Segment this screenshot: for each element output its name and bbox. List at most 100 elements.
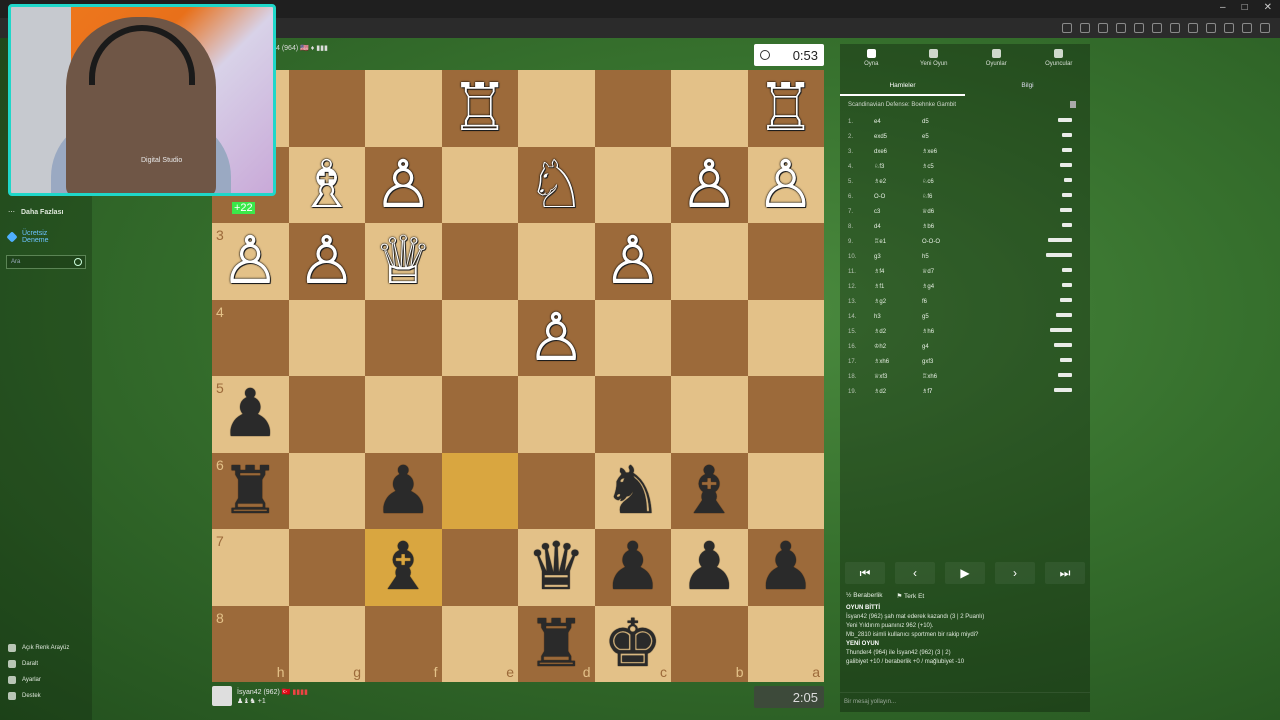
minimize-button[interactable]: – <box>1220 2 1226 13</box>
board-square[interactable] <box>365 70 442 147</box>
board-square[interactable] <box>441 146 518 223</box>
board-square[interactable] <box>518 452 595 529</box>
extension-icon[interactable] <box>1062 23 1072 33</box>
profile-icon[interactable] <box>1242 23 1252 33</box>
black-bishop-icon[interactable]: ♝ <box>680 457 739 524</box>
board-square[interactable]: ♟ <box>594 529 671 606</box>
white-move[interactable]: ♗e2 <box>874 178 922 185</box>
black-move[interactable]: g4 <box>922 344 1022 350</box>
black-king-icon[interactable]: ♚ <box>603 610 662 677</box>
board-square[interactable]: 5 ♟ <box>212 376 289 453</box>
board-square[interactable] <box>594 376 671 453</box>
black-move[interactable]: ♕d6 <box>922 208 1022 215</box>
board-square[interactable] <box>747 223 824 300</box>
black-move[interactable]: ♗c5 <box>922 163 1022 170</box>
black-move[interactable]: ♖xh6 <box>922 373 1022 380</box>
board-square[interactable]: ♟ <box>747 529 824 606</box>
board-square[interactable] <box>365 299 442 376</box>
board-square[interactable]: 8h <box>212 605 289 682</box>
black-pawn-icon[interactable]: ♟ <box>756 534 815 600</box>
white-move[interactable]: ♖e1 <box>874 238 922 245</box>
black-knight-icon[interactable]: ♞ <box>603 457 662 524</box>
black-move[interactable]: ♘c6 <box>922 178 1022 185</box>
last-move-button[interactable]: ⏭ <box>1045 562 1085 584</box>
board-square[interactable]: ♗ <box>288 146 365 223</box>
white-rook-icon[interactable]: ♖ <box>756 75 815 141</box>
white-pawn-icon[interactable]: ♙ <box>756 151 815 218</box>
tab-moves[interactable]: Hamleler <box>840 74 965 96</box>
black-move[interactable]: ♗b6 <box>922 223 1022 230</box>
chat-input[interactable]: Bir mesaj yollayın... <box>840 692 1090 712</box>
board-square[interactable] <box>441 452 518 529</box>
board-square[interactable]: ♙ <box>365 146 442 223</box>
board-square[interactable] <box>671 70 748 147</box>
white-move[interactable]: ♗f1 <box>874 283 922 290</box>
black-move[interactable]: ♗f7 <box>922 388 1022 395</box>
board-square[interactable]: 6 ♜ <box>212 452 289 529</box>
board-square[interactable]: ♙ <box>594 223 671 300</box>
board-square[interactable] <box>747 376 824 453</box>
board-square[interactable]: ♙ <box>288 223 365 300</box>
board-square[interactable] <box>441 529 518 606</box>
board-square[interactable] <box>288 452 365 529</box>
split-screen-icon[interactable] <box>1206 23 1216 33</box>
tab-new-game[interactable]: Yeni Oyun <box>903 44 966 74</box>
white-move[interactable]: ♕xf3 <box>874 373 922 380</box>
white-pawn-icon[interactable]: ♙ <box>680 151 739 218</box>
black-move[interactable]: O-O-O <box>922 239 1022 245</box>
board-square[interactable] <box>518 376 595 453</box>
board-square[interactable] <box>288 299 365 376</box>
trial-item[interactable]: Ücretsiz Deneme <box>6 230 48 244</box>
black-pawn-icon[interactable]: ♟ <box>680 534 739 600</box>
black-bishop-icon[interactable]: ♝ <box>374 534 433 600</box>
downloads-icon[interactable] <box>1188 23 1198 33</box>
history-icon[interactable] <box>1170 23 1180 33</box>
board-square[interactable] <box>518 223 595 300</box>
more-item[interactable]: ⋯ Daha Fazlası <box>8 208 63 217</box>
tab-players[interactable]: Oyuncular <box>1028 44 1091 74</box>
light-theme-item[interactable]: Açık Renk Arayüz <box>8 644 69 652</box>
white-move[interactable]: g3 <box>874 254 922 260</box>
white-move[interactable]: ♗xh6 <box>874 358 922 365</box>
black-pawn-icon[interactable]: ♟ <box>221 381 280 447</box>
tab-play[interactable]: Oyna <box>840 44 903 74</box>
white-move[interactable]: e4 <box>874 119 922 125</box>
board-square[interactable]: ♖ <box>441 70 518 147</box>
white-move[interactable]: ♗g2 <box>874 298 922 305</box>
white-pawn-icon[interactable]: ♙ <box>527 304 586 371</box>
white-move[interactable]: ♔h2 <box>874 343 922 350</box>
board-square[interactable] <box>671 376 748 453</box>
board-square[interactable]: a <box>747 605 824 682</box>
board-square[interactable]: c ♚ <box>594 605 671 682</box>
white-queen-icon[interactable]: ♕ <box>374 228 433 294</box>
board-square[interactable] <box>441 299 518 376</box>
draw-button[interactable]: ½ Beraberlik <box>846 592 883 600</box>
book-icon[interactable] <box>1070 101 1076 108</box>
white-move[interactable]: d4 <box>874 224 922 230</box>
board-square[interactable]: ♕ <box>365 223 442 300</box>
board-square[interactable]: ♞ <box>594 452 671 529</box>
white-rook-icon[interactable]: ♖ <box>450 75 509 141</box>
board-square[interactable]: b <box>671 605 748 682</box>
board-square[interactable] <box>365 376 442 453</box>
board-square[interactable]: g <box>288 605 365 682</box>
black-move[interactable]: d5 <box>922 119 1022 125</box>
board-square[interactable]: ♝ <box>671 452 748 529</box>
translate-icon[interactable] <box>1080 23 1090 33</box>
black-move[interactable]: ♕d7 <box>922 268 1022 275</box>
black-move[interactable]: gxf3 <box>922 359 1022 365</box>
board-square[interactable]: ♟ <box>365 452 442 529</box>
collapse-item[interactable]: Daralt <box>8 660 38 668</box>
refresh-icon[interactable] <box>1116 23 1126 33</box>
black-pawn-icon[interactable]: ♟ <box>374 457 433 524</box>
board-square[interactable] <box>441 376 518 453</box>
black-rook-icon[interactable]: ♜ <box>527 610 586 677</box>
black-move[interactable]: g5 <box>922 314 1022 320</box>
black-move[interactable]: ♘f6 <box>922 193 1022 200</box>
close-button[interactable]: ✕ <box>1264 2 1272 13</box>
board-square[interactable]: ♘ <box>518 146 595 223</box>
board-square[interactable]: 3 ♙ <box>212 223 289 300</box>
menu-icon[interactable] <box>1260 23 1270 33</box>
resign-button[interactable]: ⚑ Terk Et <box>897 592 925 600</box>
board-square[interactable]: ♙ <box>518 299 595 376</box>
